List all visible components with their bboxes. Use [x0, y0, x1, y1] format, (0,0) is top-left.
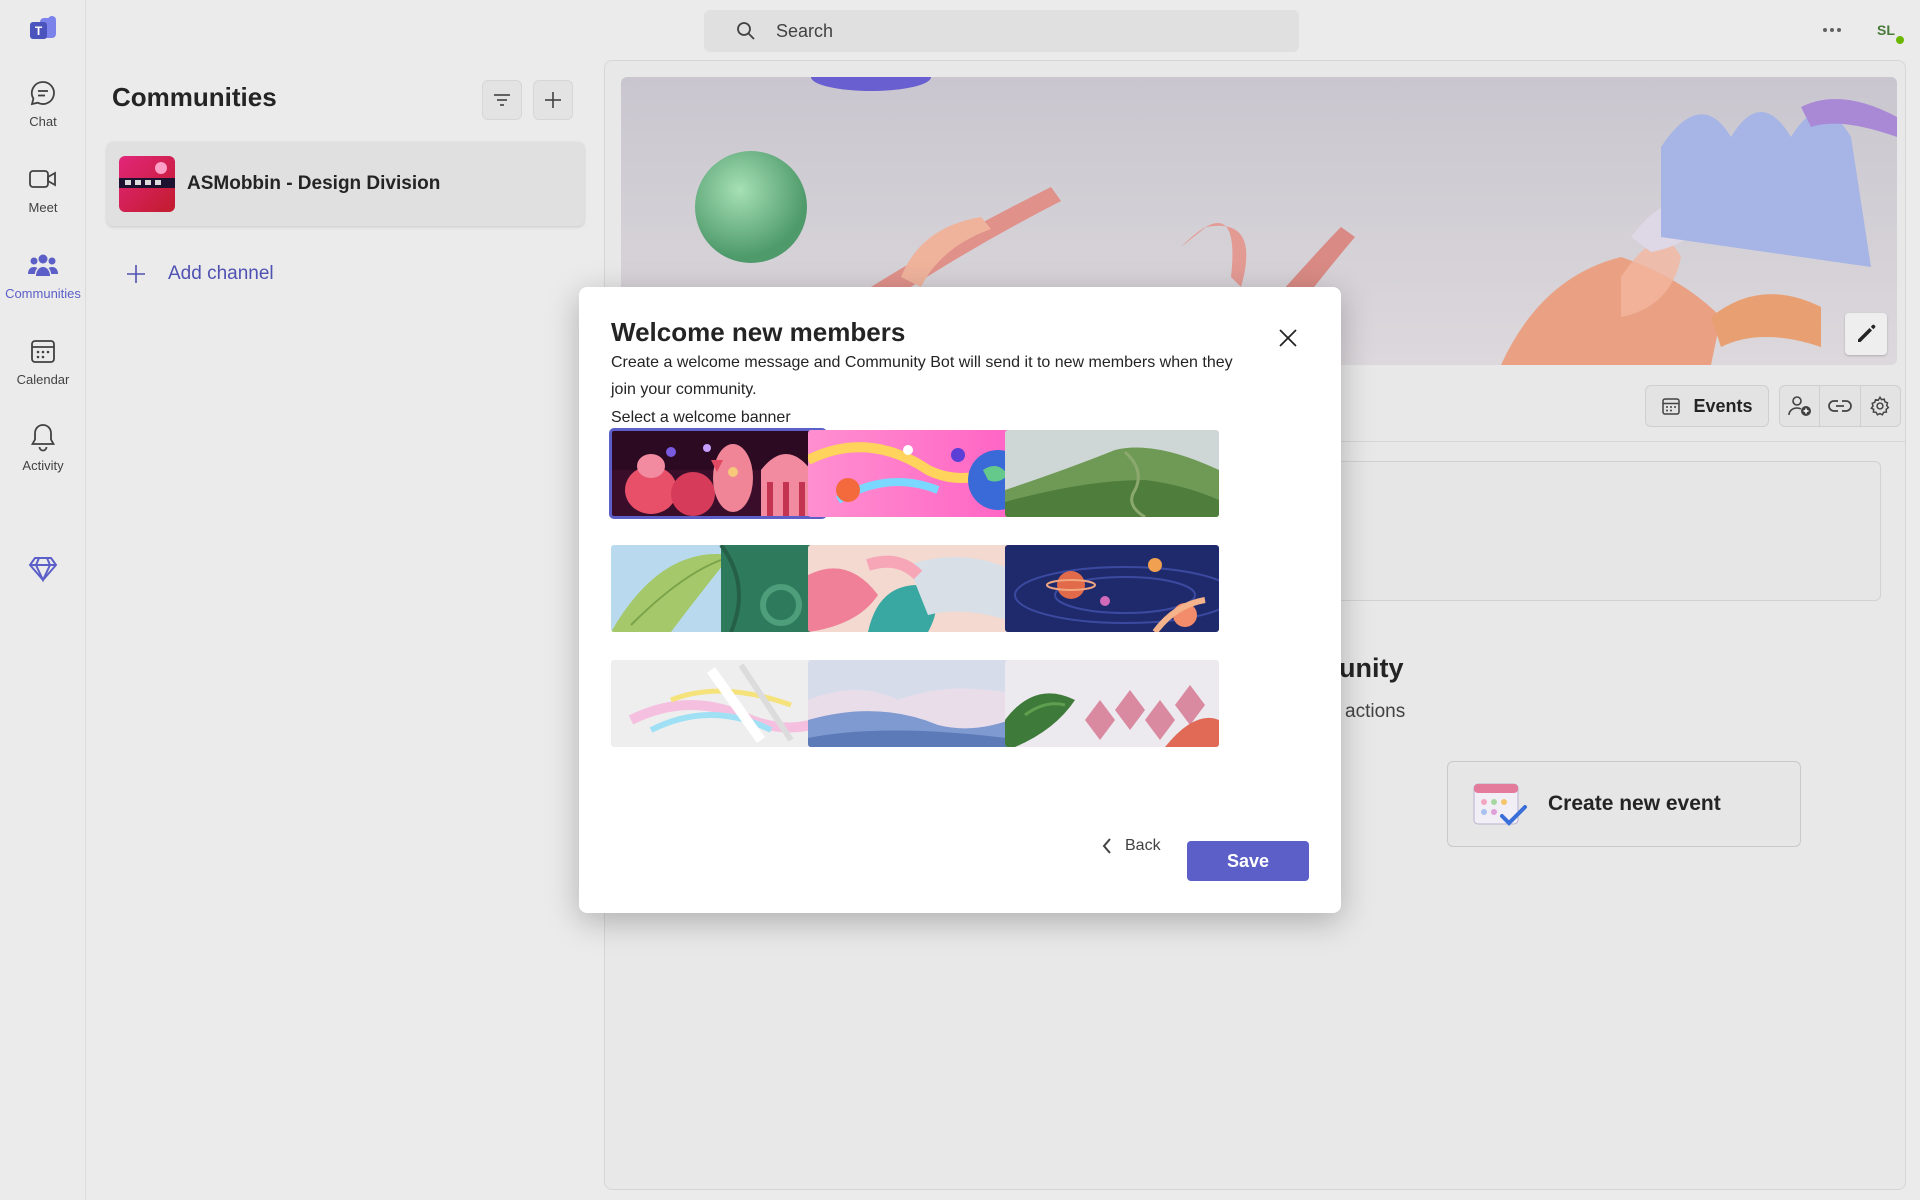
filter-button[interactable] [482, 80, 522, 120]
banner-option-2[interactable] [808, 430, 1022, 517]
rail-item-chat[interactable]: Chat [0, 78, 86, 158]
welcome-members-dialog: Welcome new members Create a welcome mes… [579, 287, 1341, 913]
person-add-icon [1787, 396, 1811, 416]
banner-option-1[interactable] [609, 428, 827, 519]
more-options-icon[interactable] [1820, 16, 1844, 44]
diamond-icon[interactable] [28, 553, 58, 583]
events-label: Events [1693, 395, 1753, 416]
svg-text:T: T [35, 24, 43, 38]
presence-status-icon [1894, 34, 1906, 46]
save-button[interactable]: Save [1187, 841, 1309, 881]
add-channel-button[interactable]: Add channel [124, 262, 274, 286]
rail-item-label: Activity [22, 458, 64, 473]
search-icon [736, 21, 756, 41]
rail-item-label: Chat [29, 114, 57, 129]
add-channel-label: Add channel [168, 263, 274, 284]
add-community-button[interactable] [533, 80, 573, 120]
rail-item-communities[interactable]: Communities [0, 250, 86, 330]
community-name: ASMobbin - Design Division [187, 173, 441, 194]
calendar-icon [28, 336, 58, 366]
banner-option-6[interactable] [1005, 545, 1219, 632]
community-item[interactable]: ASMobbin - Design Division [107, 142, 584, 226]
calendar-check-icon [1472, 778, 1528, 830]
close-icon [1279, 329, 1297, 347]
banner-option-4[interactable] [611, 545, 825, 632]
link-icon [1828, 400, 1852, 412]
rail-item-label: Meet [28, 200, 58, 215]
plus-icon [124, 262, 148, 286]
create-event-label: Create new event [1548, 792, 1721, 815]
plus-icon [545, 92, 561, 108]
settings-button[interactable] [1861, 386, 1900, 426]
avatar-initials: SL [1877, 22, 1895, 38]
bell-icon [28, 422, 58, 452]
banner-option-8[interactable] [808, 660, 1022, 747]
rail-item-calendar[interactable]: Calendar [0, 336, 86, 416]
banner-option-7[interactable] [611, 660, 825, 747]
video-icon [28, 164, 58, 194]
pencil-icon [1858, 324, 1876, 342]
people-icon [28, 250, 58, 280]
copy-link-button[interactable] [1820, 386, 1861, 426]
section-heading: unity [1339, 653, 1404, 683]
back-label: Back [1125, 837, 1161, 854]
app-rail: T Chat Meet Communities Calendar Activit… [0, 0, 86, 1200]
create-event-card[interactable]: Create new event [1447, 761, 1801, 847]
rail-item-label: Calendar [16, 372, 70, 387]
rail-item-label: Communities [5, 286, 81, 301]
page-title: Communities [112, 82, 277, 112]
calendar-icon [1662, 398, 1681, 415]
banner-option-3[interactable] [1005, 430, 1219, 517]
rail-item-meet[interactable]: Meet [0, 164, 86, 244]
banner-option-9[interactable] [1005, 660, 1219, 747]
dialog-description: Create a welcome message and Community B… [611, 354, 1233, 398]
filter-icon [494, 94, 510, 106]
chat-icon [28, 78, 58, 108]
search-input[interactable]: Search [704, 10, 1299, 52]
back-button[interactable]: Back [1101, 837, 1161, 855]
close-button[interactable] [1273, 323, 1303, 353]
dialog-title: Welcome new members [611, 317, 906, 347]
banner-section-label: Select a welcome banner [611, 409, 791, 426]
community-actions-group [1779, 385, 1901, 427]
events-button[interactable]: Events [1645, 385, 1769, 427]
add-member-button[interactable] [1780, 386, 1821, 426]
edit-banner-button[interactable] [1845, 313, 1887, 355]
section-subtitle: actions [1345, 701, 1406, 722]
community-thumbnail [119, 156, 175, 212]
banner-option-5[interactable] [808, 545, 1022, 632]
avatar[interactable]: SL [1870, 14, 1906, 46]
chevron-left-icon [1102, 838, 1111, 854]
gear-icon [1870, 395, 1890, 416]
teams-logo-icon[interactable]: T [28, 16, 58, 44]
rail-item-activity[interactable]: Activity [0, 422, 86, 502]
search-placeholder: Search [776, 20, 834, 41]
